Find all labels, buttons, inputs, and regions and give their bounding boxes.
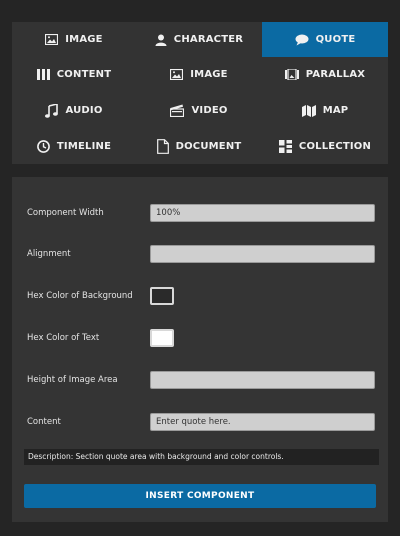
component-width-label: Component Width xyxy=(27,208,104,218)
tab-collection[interactable]: COLLECTION xyxy=(262,129,388,164)
tab-label: QUOTE xyxy=(315,34,356,45)
content-label: Content xyxy=(27,417,61,427)
speech-bubble-icon xyxy=(295,34,309,45)
tab-label: PARALLAX xyxy=(305,69,366,80)
image-height-row: Height of Image Area xyxy=(12,369,388,391)
component-width-row: Component Width xyxy=(12,202,388,224)
image-icon xyxy=(170,69,184,80)
tab-label: CONTENT xyxy=(56,69,112,80)
text-color-swatch[interactable] xyxy=(150,329,174,347)
image-height-label: Height of Image Area xyxy=(27,375,118,385)
tab-image-2[interactable]: IMAGE xyxy=(136,57,262,92)
tab-map[interactable]: MAP xyxy=(262,93,388,128)
bg-color-row: Hex Color of Background xyxy=(12,285,388,307)
tab-label: CHARACTER xyxy=(173,34,244,45)
tab-character[interactable]: CHARACTER xyxy=(136,22,262,57)
tab-audio[interactable]: AUDIO xyxy=(12,93,136,128)
tab-label: DOCUMENT xyxy=(175,141,242,152)
tab-quote[interactable]: QUOTE xyxy=(262,22,388,57)
grid-icon xyxy=(278,140,292,153)
component-type-grid: IMAGE CHARACTER QUOTE CONTENT IMAGE PARA… xyxy=(12,22,388,164)
component-settings-form: Component Width Alignment Hex Color of B… xyxy=(12,177,388,522)
columns-icon xyxy=(36,69,50,80)
document-icon xyxy=(156,139,169,154)
tab-label: IMAGE xyxy=(65,34,103,45)
component-description: Description: Section quote area with bac… xyxy=(24,449,379,465)
alignment-select[interactable] xyxy=(150,245,375,263)
tab-video[interactable]: VIDEO xyxy=(136,93,262,128)
tab-label: IMAGE xyxy=(190,69,228,80)
user-icon xyxy=(155,34,167,46)
content-input[interactable] xyxy=(150,413,375,431)
insert-component-button[interactable]: INSERT COMPONENT xyxy=(24,484,376,508)
music-note-icon xyxy=(45,103,59,118)
image-height-input[interactable] xyxy=(150,371,375,389)
clapperboard-icon xyxy=(170,104,185,117)
tab-image[interactable]: IMAGE xyxy=(12,22,136,57)
bg-color-label: Hex Color of Background xyxy=(27,291,133,301)
tab-timeline[interactable]: TIMELINE xyxy=(12,129,136,164)
tab-label: VIDEO xyxy=(191,105,228,116)
clock-icon xyxy=(36,140,50,153)
map-icon xyxy=(301,104,316,117)
alignment-label: Alignment xyxy=(27,249,71,259)
tab-label: AUDIO xyxy=(65,105,103,116)
tab-label: MAP xyxy=(322,105,349,116)
component-type-panel: IMAGE CHARACTER QUOTE CONTENT IMAGE PARA… xyxy=(12,22,388,164)
tab-label: TIMELINE xyxy=(56,141,112,152)
text-color-label: Hex Color of Text xyxy=(27,333,100,343)
bg-color-swatch[interactable] xyxy=(150,287,174,305)
tab-parallax[interactable]: PARALLAX xyxy=(262,57,388,92)
image-icon xyxy=(45,34,59,45)
tab-content[interactable]: CONTENT xyxy=(12,57,136,92)
tab-label: COLLECTION xyxy=(298,141,372,152)
text-color-row: Hex Color of Text xyxy=(12,327,388,349)
tab-document[interactable]: DOCUMENT xyxy=(136,129,262,164)
content-row: Content xyxy=(12,411,388,433)
alignment-row: Alignment xyxy=(12,243,388,265)
component-width-input[interactable] xyxy=(150,204,375,222)
parallax-icon xyxy=(284,69,299,80)
